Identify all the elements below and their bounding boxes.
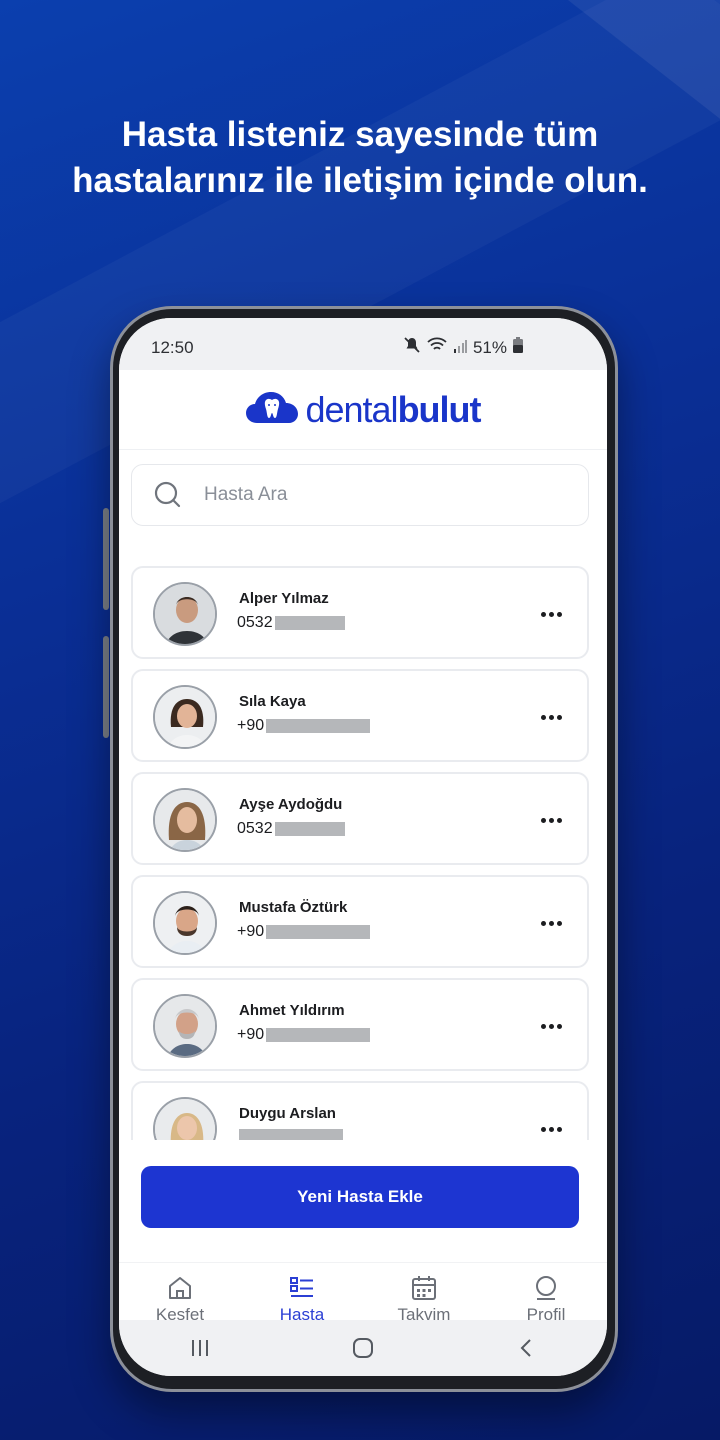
phone-prefix: 0532 (237, 820, 273, 837)
wifi-icon (427, 337, 447, 358)
phone-prefix: +90 (237, 717, 265, 734)
phone-redaction (274, 822, 345, 836)
phone-prefix: 0532 (237, 614, 273, 631)
patient-avatar (153, 788, 217, 852)
tab-hasta[interactable]: Hasta (241, 1263, 363, 1324)
patient-search-field[interactable]: Hasta Ara (131, 464, 589, 526)
search-icon (154, 481, 182, 509)
phone-side-button (103, 636, 109, 738)
patient-card[interactable]: Sıla Kaya +90 (131, 669, 589, 762)
patient-phone: +90 (237, 717, 371, 735)
list-icon (289, 1275, 315, 1301)
patient-avatar (153, 1097, 217, 1140)
app-header: dentalbulut (119, 370, 607, 450)
patient-card[interactable]: Ayşe Aydoğdu 0532 (131, 772, 589, 865)
add-patient-button[interactable]: Yeni Hasta Ekle (141, 1166, 579, 1228)
signal-icon (453, 338, 467, 358)
phone-screen: 12:50 51% dentalbulut Hasta Ara Alper Yı… (119, 318, 607, 1376)
patient-avatar (153, 582, 217, 646)
more-options-icon[interactable] (541, 1016, 565, 1036)
headline-line-1: Hasta listeniz sayesinde tüm (121, 115, 599, 154)
headline-line-2: hastalarınız ile iletişim içinde olun. (72, 161, 648, 200)
promo-headline: Hasta listeniz sayesinde tüm hastalarını… (0, 112, 720, 204)
patient-phone: 0532 (237, 820, 345, 838)
phone-side-button (103, 508, 109, 610)
calendar-icon (411, 1275, 437, 1301)
profile-icon (533, 1275, 559, 1301)
phone-redaction (274, 616, 345, 630)
phone-prefix: +90 (237, 1026, 265, 1043)
tab-kesfet[interactable]: Kesfet (119, 1263, 241, 1324)
search-placeholder: Hasta Ara (204, 484, 288, 505)
phone-redaction (239, 1129, 343, 1140)
patient-name: Mustafa Öztürk (239, 899, 348, 916)
more-options-icon[interactable] (541, 810, 565, 830)
tab-profil[interactable]: Profil (485, 1263, 607, 1324)
home-icon (167, 1275, 193, 1301)
patient-list: Alper Yılmaz 0532 Sıla Kaya +90 Ayşe Ayd… (131, 566, 589, 1140)
more-options-icon[interactable] (541, 1119, 565, 1139)
more-options-icon[interactable] (541, 913, 565, 933)
more-options-icon[interactable] (541, 604, 565, 624)
home-button-icon[interactable] (343, 1333, 383, 1363)
more-options-icon[interactable] (541, 707, 565, 727)
phone-redaction (266, 925, 371, 939)
system-nav-bar (119, 1320, 607, 1376)
patient-card[interactable]: Duygu Arslan (131, 1081, 589, 1140)
back-icon[interactable] (506, 1333, 546, 1363)
battery-percent: 51% (472, 337, 507, 357)
status-bar: 12:50 51% (119, 318, 607, 370)
status-time: 12:50 (151, 338, 194, 357)
patient-avatar (153, 685, 217, 749)
patient-name: Sıla Kaya (239, 693, 306, 710)
patient-name: Alper Yılmaz (239, 590, 329, 607)
patient-phone: +90 (237, 1026, 371, 1044)
tab-takvim[interactable]: Takvim (363, 1263, 485, 1324)
cloud-tooth-icon (245, 390, 299, 429)
logo-text-light: dental (305, 388, 398, 430)
recent-apps-icon[interactable] (180, 1333, 220, 1363)
bottom-tab-bar: Kesfet Hasta Takvim Profil (119, 1262, 607, 1324)
patient-card[interactable]: Ahmet Yıldırım +90 (131, 978, 589, 1071)
battery-icon (513, 337, 523, 358)
patient-avatar (153, 891, 217, 955)
phone-prefix: +90 (237, 923, 265, 940)
logo-text-bold: bulut (397, 388, 482, 430)
mute-icon (403, 336, 421, 359)
patient-name: Duygu Arslan (239, 1105, 336, 1122)
patient-card[interactable]: Alper Yılmaz 0532 (131, 566, 589, 659)
phone-redaction (266, 719, 371, 733)
phone-redaction (266, 1028, 371, 1042)
app-logo: dentalbulut (245, 388, 482, 431)
patient-avatar (153, 994, 217, 1058)
patient-phone: +90 (237, 923, 371, 941)
patient-name: Ahmet Yıldırım (239, 1002, 345, 1019)
patient-name: Ayşe Aydoğdu (239, 796, 343, 813)
patient-card[interactable]: Mustafa Öztürk +90 (131, 875, 589, 968)
patient-phone: 0532 (237, 614, 345, 632)
patient-phone (237, 1129, 343, 1140)
